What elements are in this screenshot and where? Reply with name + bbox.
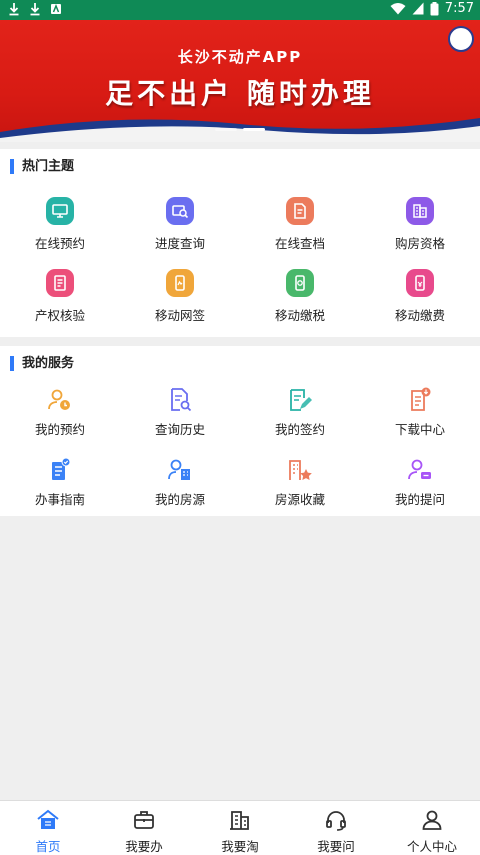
user-icon <box>422 810 442 830</box>
service-my-booking[interactable]: 我的预约 <box>0 386 120 438</box>
hot-topic-mobile-tax[interactable]: 移动缴税 <box>240 269 360 324</box>
building-list-icon <box>230 811 249 830</box>
service-my-questions[interactable]: 我的提问 <box>360 456 480 508</box>
hot-topic-property-verify[interactable]: 产权核验 <box>0 269 120 324</box>
nav-handle[interactable]: 我要办 <box>96 801 192 855</box>
promo-banner[interactable]: 长沙不动产APP 足不出户 随时办理 <box>0 20 480 142</box>
service-label: 办事指南 <box>34 492 85 507</box>
headset-icon <box>326 811 346 831</box>
nav-label: 我要淘 <box>221 839 259 854</box>
mobile-sign-icon <box>166 269 194 297</box>
status-time: 7:57 <box>444 1 474 16</box>
service-label: 我的提问 <box>394 492 445 507</box>
battery-icon <box>430 1 439 15</box>
service-label: 我的预约 <box>34 422 85 437</box>
nav-label: 我要办 <box>125 839 163 854</box>
service-download-center[interactable]: 下载中心 <box>360 386 480 438</box>
document-search-icon <box>286 197 314 225</box>
guide-book-icon <box>52 457 71 480</box>
service-label: 我的房源 <box>154 492 205 507</box>
download-icon <box>9 3 19 16</box>
service-label: 房源收藏 <box>274 492 325 507</box>
pager-dot-active[interactable] <box>243 128 265 131</box>
service-my-properties[interactable]: 我的房源 <box>120 456 240 508</box>
hot-topic-mobile-sign[interactable]: 移动网签 <box>120 269 240 324</box>
hot-topic-label: 移动缴税 <box>274 308 325 323</box>
nav-label: 个人中心 <box>406 839 457 854</box>
service-my-contracts[interactable]: 我的签约 <box>240 386 360 438</box>
hot-topic-progress-query[interactable]: 进度查询 <box>120 197 240 252</box>
nav-profile[interactable]: 个人中心 <box>384 801 480 855</box>
user-question-icon <box>408 459 431 480</box>
hot-topic-label: 移动网签 <box>154 308 205 323</box>
hot-topics-section: 热门主题 在线预约 进度查询 在线查档 购房资格 产权核验 移动网签 移动缴税 … <box>0 149 480 337</box>
section-title-hot-topics: 热门主题 <box>10 159 74 174</box>
hot-topic-label: 在线查档 <box>274 236 325 251</box>
service-favorite-properties[interactable]: 房源收藏 <box>240 456 360 508</box>
hot-topic-mobile-payment[interactable]: 移动缴费 <box>360 269 480 324</box>
hot-topic-online-booking[interactable]: 在线预约 <box>0 197 120 252</box>
user-building-icon <box>168 459 190 480</box>
hot-topic-label: 产权核验 <box>34 308 85 323</box>
download-document-icon <box>411 387 431 411</box>
building-qualification-icon <box>406 197 434 225</box>
download-icon <box>30 3 40 16</box>
nav-browse[interactable]: 我要淘 <box>192 801 288 855</box>
home-icon <box>37 809 59 829</box>
nav-label: 首页 <box>35 839 61 854</box>
hot-topic-label: 在线预约 <box>34 236 85 251</box>
nav-home[interactable]: 首页 <box>0 801 96 855</box>
document-search-icon <box>171 388 192 412</box>
search-progress-icon <box>166 197 194 225</box>
service-query-history[interactable]: 查询历史 <box>120 386 240 438</box>
hot-topic-online-archive[interactable]: 在线查档 <box>240 197 360 252</box>
bottom-navigation: 首页 我要办 我要淘 我要问 个人中心 <box>0 800 480 855</box>
property-verify-icon <box>46 269 74 297</box>
nav-label: 我要问 <box>317 839 355 854</box>
briefcase-icon <box>134 811 154 829</box>
service-label: 下载中心 <box>394 422 445 437</box>
mobile-payment-icon <box>406 269 434 297</box>
my-services-grid: 我的预约 查询历史 我的签约 下载中心 办事指南 我的房源 房源收藏 我的提问 <box>0 386 480 508</box>
section-title-my-services: 我的服务 <box>10 356 74 371</box>
mobile-tax-icon <box>286 269 314 297</box>
banner-pager <box>0 128 480 131</box>
service-guide[interactable]: 办事指南 <box>0 456 120 508</box>
building-star-icon <box>289 460 312 480</box>
hot-topics-grid: 在线预约 进度查询 在线查档 购房资格 产权核验 移动网签 移动缴税 移动缴费 <box>0 197 480 324</box>
hot-topic-label: 移动缴费 <box>394 308 445 323</box>
hot-topic-purchase-qualification[interactable]: 购房资格 <box>360 197 480 252</box>
hot-topic-label: 购房资格 <box>394 236 445 251</box>
my-services-section: 我的服务 我的预约 查询历史 我的签约 下载中心 办事指南 我的房源 房源收藏 <box>0 346 480 516</box>
banner-wave-decoration <box>0 118 480 142</box>
status-bar: 7:57 <box>0 0 480 20</box>
app-notification-icon <box>51 4 61 14</box>
wifi-icon <box>390 3 406 15</box>
service-label: 我的签约 <box>274 422 325 437</box>
banner-title: 足不出户 随时办理 <box>105 77 375 110</box>
nav-ask[interactable]: 我要问 <box>288 801 384 855</box>
calendar-screen-icon <box>46 197 74 225</box>
user-clock-icon <box>48 389 70 410</box>
service-label: 查询历史 <box>154 422 205 437</box>
banner-subtitle: 长沙不动产APP <box>177 48 303 66</box>
pager-dot[interactable] <box>215 128 237 131</box>
signal-icon <box>412 2 424 15</box>
contract-edit-icon <box>290 389 312 411</box>
hot-topic-label: 进度查询 <box>154 236 205 251</box>
